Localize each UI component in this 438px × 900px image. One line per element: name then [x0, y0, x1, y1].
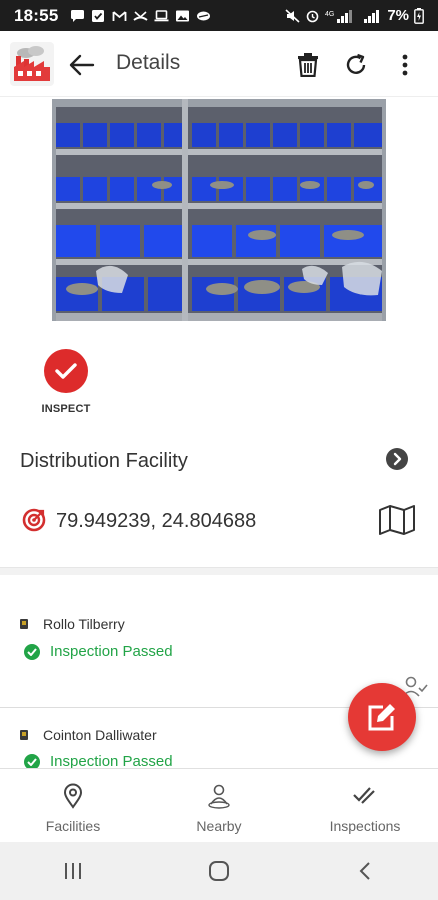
arrow-left-icon: [69, 54, 95, 76]
refresh-icon: [346, 53, 366, 74]
person-pin-icon: [208, 784, 230, 809]
inspection-result: Inspection Passed: [50, 643, 173, 660]
facility-name: Distribution Facility: [20, 450, 188, 472]
alarm-icon: [307, 10, 319, 22]
more-vert-icon: [402, 54, 408, 76]
trash-icon: [298, 53, 318, 77]
factory-logo-icon: [10, 42, 54, 86]
signal-icon: 4G: [325, 9, 353, 23]
mute-icon: [285, 8, 300, 23]
home-button[interactable]: [199, 856, 239, 886]
inspector-name: Cointon Dalliwater: [43, 727, 157, 743]
system-status-icons: 4G 7%: [285, 7, 424, 24]
app-bar: Details: [0, 31, 438, 97]
checkmarks-icon: [353, 787, 375, 804]
nav-label: Inspections: [329, 818, 401, 834]
home-icon: [209, 861, 229, 881]
battery-percent: 7%: [387, 7, 409, 24]
more-options-button[interactable]: [389, 49, 421, 81]
svg-text:4G: 4G: [325, 11, 334, 18]
delete-button[interactable]: [292, 49, 324, 81]
map-icon[interactable]: [378, 504, 416, 536]
facility-photo: [52, 99, 386, 321]
inspect-status[interactable]: INSPECT: [34, 349, 98, 415]
status-time: 18:55: [14, 5, 59, 25]
gmail-icon: [113, 10, 127, 21]
nav-inspections[interactable]: Inspections: [292, 769, 438, 842]
battery-charging-icon: [414, 7, 424, 24]
facility-name-row[interactable]: Distribution Facility: [0, 440, 438, 484]
cloud-icon: [197, 11, 211, 20]
bottom-navigation: Facilities Nearby Inspections: [0, 768, 438, 842]
signal-icon-2: [364, 9, 380, 23]
message-icon: [71, 9, 85, 22]
coordinates-text: 79.949239, 24.804688: [56, 510, 257, 532]
missed-call-icon: [133, 10, 149, 21]
inspect-check-icon: [44, 349, 88, 393]
recent-apps-button[interactable]: [53, 856, 93, 886]
inspector-name: Rollo Tilberry: [43, 616, 125, 632]
notification-icons: [70, 9, 211, 23]
target-location-icon: [22, 508, 46, 532]
system-back-button[interactable]: [345, 856, 385, 886]
edit-icon: [368, 704, 395, 731]
nav-facilities[interactable]: Facilities: [0, 769, 146, 842]
checkbox-icon: [92, 9, 105, 22]
chevron-left-icon: [359, 862, 370, 880]
storage-shelves-image: [52, 99, 386, 321]
recents-icon: [65, 863, 81, 879]
status-bar: 18:55 4G 7%: [0, 0, 438, 31]
check-circle-icon: [24, 644, 40, 660]
map-pin-icon: [63, 783, 83, 809]
nav-nearby[interactable]: Nearby: [146, 769, 292, 842]
nav-label: Facilities: [45, 818, 101, 834]
inspector-badge-icon: [20, 619, 28, 629]
page-title: Details: [116, 51, 181, 74]
refresh-button[interactable]: [340, 49, 372, 81]
image-icon: [176, 10, 190, 21]
chevron-right-circle-icon[interactable]: [385, 447, 409, 471]
new-inspection-fab[interactable]: [348, 683, 416, 751]
back-button[interactable]: [66, 49, 98, 81]
nav-label: Nearby: [196, 818, 242, 834]
section-divider: [0, 567, 438, 575]
system-navigation-bar: [0, 842, 438, 900]
laptop-icon: [154, 9, 169, 21]
inspect-label: INSPECT: [41, 403, 91, 415]
inspector-badge-icon: [20, 730, 28, 740]
